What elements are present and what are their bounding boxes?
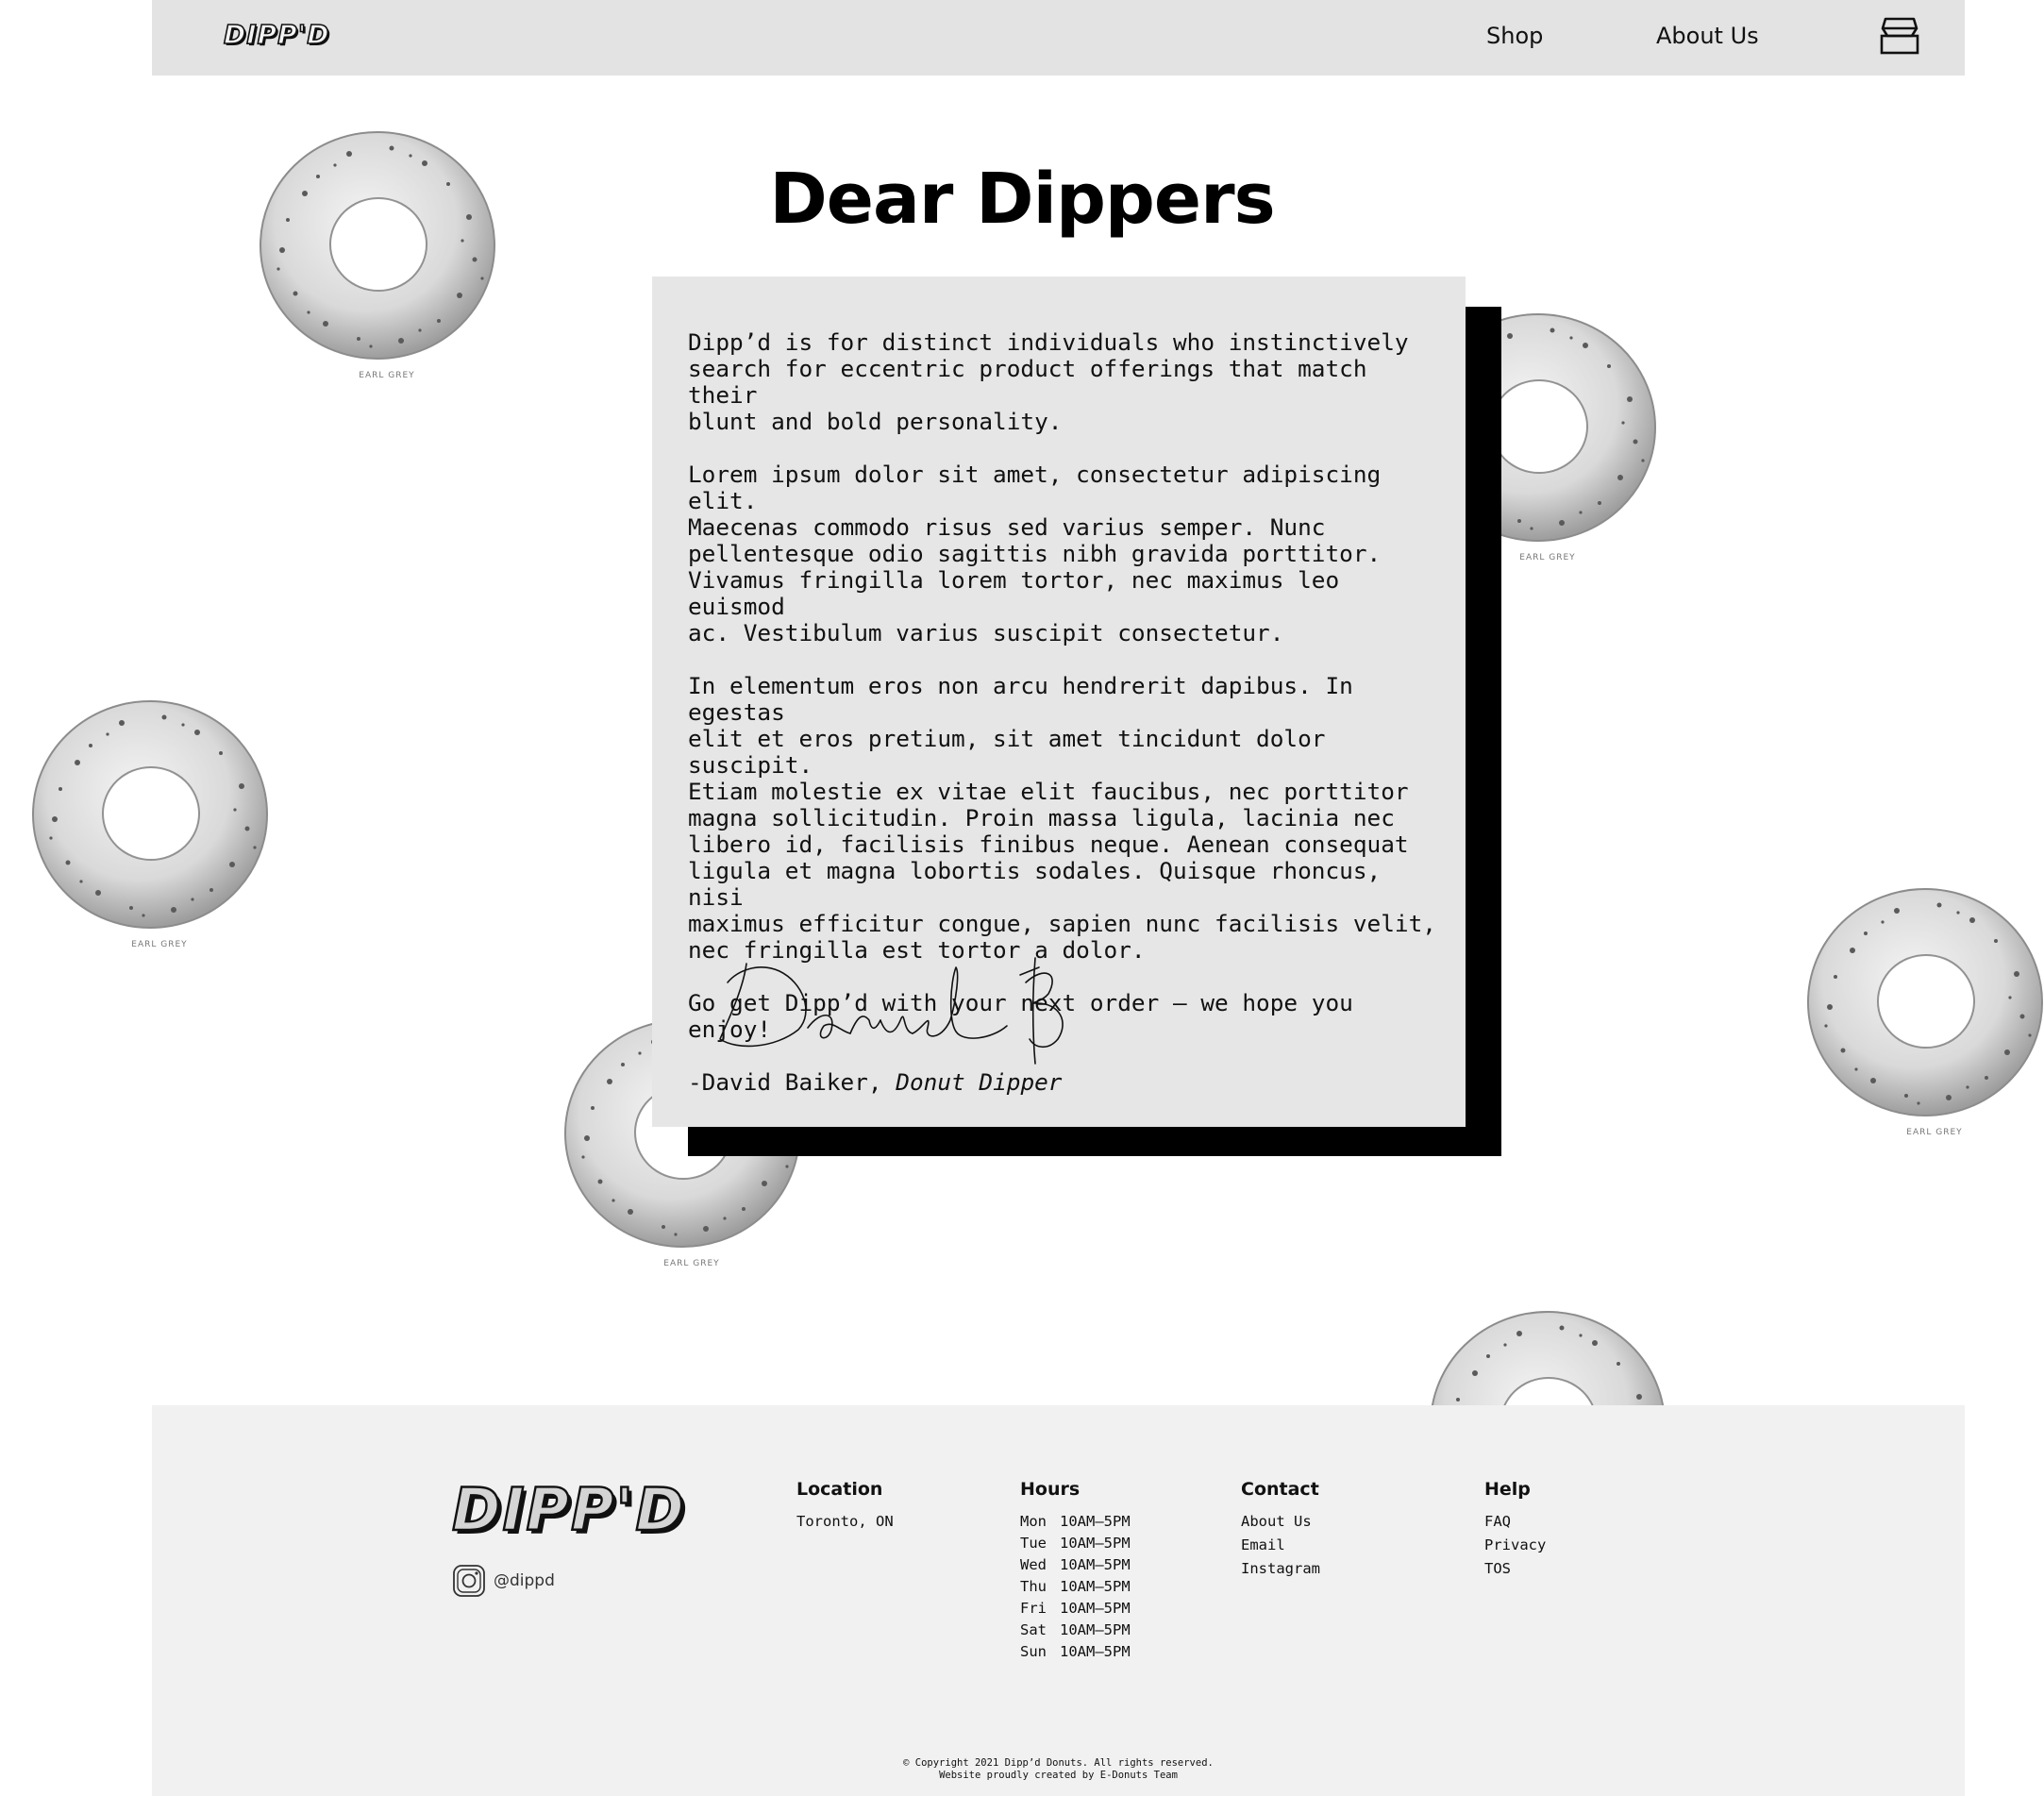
- hours-day: Wed: [1020, 1556, 1047, 1573]
- donut-label: EARL GREY: [359, 371, 414, 380]
- footer-link-tos[interactable]: TOS: [1484, 1558, 1546, 1582]
- footer-link-faq[interactable]: FAQ: [1484, 1511, 1546, 1535]
- hours-day: Fri: [1020, 1600, 1047, 1617]
- credits-line: Website proudly created by E-Donuts Team: [939, 1770, 1178, 1781]
- hours-time: 10AM–5PM: [1060, 1535, 1131, 1552]
- hours-row: Sun 10AM–5PM: [1020, 1641, 1131, 1663]
- hours-row: Sat 10AM–5PM: [1020, 1620, 1131, 1641]
- hours-day: Thu: [1020, 1578, 1047, 1595]
- letter-signoff: -David Baiker, Donut Dipper: [688, 1069, 1443, 1096]
- hours-row: Mon 10AM–5PM: [1020, 1511, 1131, 1533]
- footer-link-instagram[interactable]: Instagram: [1241, 1558, 1320, 1582]
- donut-label: EARL GREY: [1906, 1128, 1962, 1137]
- donut-image: [1430, 1311, 1666, 1405]
- hours-time: 10AM–5PM: [1060, 1600, 1131, 1617]
- copyright-notice: © Copyright 2021 Dipp’d Donuts. All righ…: [152, 1757, 1965, 1782]
- site-footer: DIPP'D @dippd Location Toronto, ON Hours…: [152, 1405, 1965, 1796]
- footer-hours-heading: Hours: [1020, 1479, 1081, 1500]
- hours-row: Fri 10AM–5PM: [1020, 1598, 1131, 1620]
- hours-time: 10AM–5PM: [1060, 1578, 1131, 1595]
- footer-logo: DIPP'D: [451, 1474, 686, 1545]
- donut-image: EARL GREY: [32, 700, 268, 949]
- hours-row: Wed 10AM–5PM: [1020, 1554, 1131, 1576]
- hours-row: Thu 10AM–5PM: [1020, 1576, 1131, 1598]
- footer-contact-column: Contact About Us Email Instagram: [1241, 1479, 1320, 1582]
- page-title: Dear Dippers: [769, 159, 1275, 240]
- footer-location-value: Toronto, ON: [796, 1513, 894, 1530]
- hours-time: 10AM–5PM: [1060, 1643, 1131, 1660]
- nav-shop-link[interactable]: Shop: [1486, 23, 1543, 49]
- footer-help-heading: Help: [1484, 1479, 1531, 1500]
- letter-paragraph: Lorem ipsum dolor sit amet, consectetur …: [688, 461, 1382, 646]
- donut-partial: [1430, 1307, 1684, 1405]
- site-header: DIPP'D Shop About Us: [152, 0, 1965, 76]
- footer-contact-heading: Contact: [1241, 1479, 1319, 1500]
- hours-time: 10AM–5PM: [1060, 1621, 1131, 1638]
- handwritten-signature: [719, 957, 1064, 1065]
- copyright-line: © Copyright 2021 Dipp’d Donuts. All righ…: [903, 1757, 1214, 1769]
- footer-link-privacy[interactable]: Privacy: [1484, 1535, 1546, 1558]
- letter-paragraph: In elementum eros non arcu hendrerit dap…: [688, 672, 1436, 964]
- instagram-handle: @dippd: [494, 1571, 555, 1590]
- site-logo[interactable]: DIPP'D: [223, 18, 330, 51]
- hours-row: Tue 10AM–5PM: [1020, 1533, 1131, 1554]
- hours-time: 10AM–5PM: [1060, 1556, 1131, 1573]
- hours-day: Tue: [1020, 1535, 1047, 1552]
- donut-label: EARL GREY: [1519, 553, 1575, 562]
- instagram-link[interactable]: @dippd: [452, 1564, 555, 1598]
- letter-paragraph: Dipp’d is for distinct individuals who i…: [688, 328, 1409, 435]
- instagram-icon: [453, 1565, 485, 1597]
- letter-card: Dipp’d is for distinct individuals who i…: [652, 277, 1466, 1127]
- footer-link-email[interactable]: Email: [1241, 1535, 1320, 1558]
- hours-day: Sun: [1020, 1643, 1047, 1660]
- footer-hours-column: Hours Mon 10AM–5PM Tue 10AM–5PM Wed 10AM–5P…: [1020, 1479, 1131, 1663]
- hours-day: Sat: [1020, 1621, 1047, 1638]
- hours-day: Mon: [1020, 1513, 1047, 1530]
- footer-link-about-us[interactable]: About Us: [1241, 1511, 1320, 1535]
- donut-label: EARL GREY: [663, 1259, 719, 1268]
- hours-time: 10AM–5PM: [1060, 1513, 1131, 1530]
- donut-image: EARL GREY: [1807, 888, 2043, 1137]
- signoff-name: -David Baiker,: [688, 1068, 896, 1096]
- footer-help-column: Help FAQ Privacy TOS: [1484, 1479, 1546, 1582]
- box-icon[interactable]: [1879, 15, 1920, 57]
- signoff-role: Donut Dipper: [896, 1068, 1063, 1096]
- donut-label: EARL GREY: [131, 940, 187, 949]
- nav-about-link[interactable]: About Us: [1656, 23, 1759, 49]
- footer-location-heading: Location: [796, 1479, 883, 1500]
- footer-location-column: Location Toronto, ON: [796, 1479, 894, 1533]
